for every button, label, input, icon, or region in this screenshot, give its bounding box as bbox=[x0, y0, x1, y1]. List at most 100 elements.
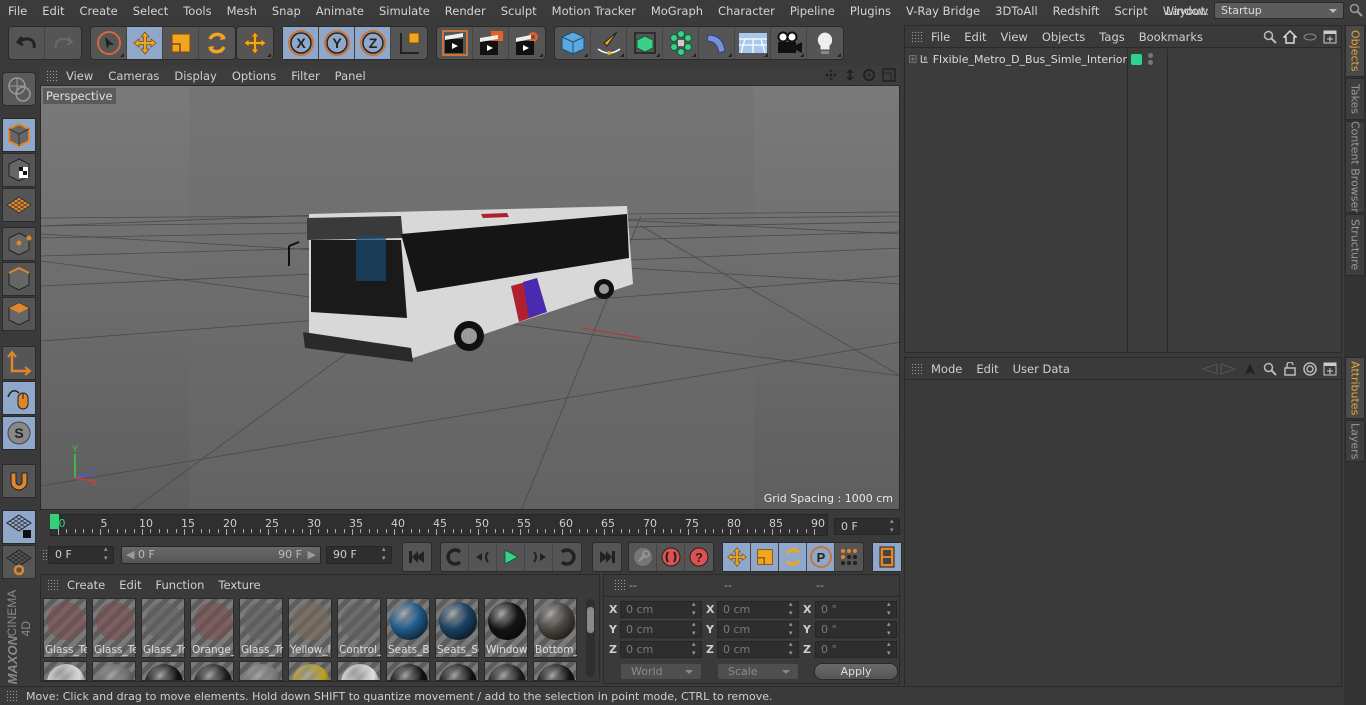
grip-icon[interactable] bbox=[614, 579, 626, 591]
position-x-field[interactable]: 0 cm bbox=[620, 600, 702, 618]
expand-icon[interactable] bbox=[909, 53, 917, 65]
rotation-p-field[interactable]: 0 ° bbox=[815, 620, 897, 638]
lock-icon[interactable] bbox=[1283, 362, 1297, 376]
viewport-menu-panel[interactable]: Panel bbox=[327, 69, 373, 83]
axis-mode-button[interactable] bbox=[2, 346, 36, 380]
size-y-field[interactable]: 0 cm bbox=[717, 620, 799, 638]
floor-button[interactable] bbox=[735, 27, 771, 59]
material-swatch[interactable]: Seats_Sc bbox=[435, 598, 479, 658]
prev-frame-button[interactable] bbox=[469, 543, 497, 571]
light-button[interactable] bbox=[807, 27, 843, 59]
apply-button[interactable]: Apply bbox=[814, 663, 898, 680]
pen-button[interactable] bbox=[591, 27, 627, 59]
render-settings-button[interactable] bbox=[509, 27, 545, 59]
search-icon[interactable] bbox=[1263, 30, 1277, 44]
y-axis-button[interactable]: Y bbox=[319, 27, 355, 59]
position-y-field[interactable]: 0 cm bbox=[620, 620, 702, 638]
pan-view-icon[interactable] bbox=[824, 68, 838, 82]
size-x-field[interactable]: 0 cm bbox=[717, 600, 799, 618]
tab-structure[interactable]: Structure bbox=[1345, 214, 1365, 276]
menu-select[interactable]: Select bbox=[125, 4, 175, 18]
menu-simulate[interactable]: Simulate bbox=[371, 4, 437, 18]
coordinate-system-button[interactable] bbox=[391, 27, 427, 59]
rotation-b-field[interactable]: 0 ° bbox=[815, 640, 897, 658]
menu-plugins[interactable]: Plugins bbox=[842, 4, 898, 18]
play-button[interactable] bbox=[497, 543, 525, 571]
tab-takes[interactable]: Takes bbox=[1345, 78, 1365, 120]
viewport-menu-options[interactable]: Options bbox=[224, 69, 283, 83]
editor-visibility-dot[interactable] bbox=[1148, 53, 1153, 58]
target-icon[interactable] bbox=[1303, 362, 1317, 376]
menu-render[interactable]: Render bbox=[437, 4, 493, 18]
object-menu-edit[interactable]: Edit bbox=[956, 30, 992, 44]
tab-layers[interactable]: Layers bbox=[1345, 420, 1365, 462]
attribute-menu-user-data[interactable]: User Data bbox=[1005, 362, 1076, 376]
menu-motion-tracker[interactable]: Motion Tracker bbox=[544, 4, 643, 18]
tab-content-browser[interactable]: Content Browser bbox=[1345, 121, 1365, 213]
material-swatch[interactable] bbox=[288, 661, 332, 681]
search-icon[interactable] bbox=[1349, 3, 1363, 17]
rotate-view-icon[interactable] bbox=[862, 68, 876, 82]
menu-edit[interactable]: Edit bbox=[34, 4, 71, 18]
layer-color-tag[interactable] bbox=[1131, 54, 1142, 65]
grip-icon[interactable] bbox=[911, 362, 923, 375]
position-z-field[interactable]: 0 cm bbox=[620, 640, 702, 658]
maximize-view-icon[interactable] bbox=[882, 68, 896, 82]
menu-3dtoall[interactable]: 3DToAll bbox=[987, 4, 1045, 18]
point-mode-button[interactable] bbox=[2, 227, 36, 261]
tab-attributes[interactable]: Attributes bbox=[1345, 357, 1365, 419]
home-icon[interactable] bbox=[1283, 30, 1297, 44]
object-menu-objects[interactable]: Objects bbox=[1034, 30, 1091, 44]
menu-pipeline[interactable]: Pipeline bbox=[782, 4, 842, 18]
menu-script[interactable]: Script bbox=[1106, 4, 1154, 18]
frame-range-slider[interactable]: ◀ 0 F 90 F ▶ bbox=[121, 546, 321, 564]
x-axis-button[interactable]: X bbox=[283, 27, 319, 59]
solo-button[interactable]: S bbox=[2, 416, 36, 450]
go-to-end-button[interactable] bbox=[593, 543, 621, 571]
range-right-arrow-icon[interactable]: ▶ bbox=[308, 547, 316, 563]
material-swatch[interactable]: Yellow_l bbox=[288, 598, 332, 658]
undo-button[interactable] bbox=[9, 27, 45, 59]
material-menu-edit[interactable]: Edit bbox=[111, 578, 147, 592]
attribute-menu-edit[interactable]: Edit bbox=[968, 362, 1004, 376]
history-arrows-icon[interactable] bbox=[1201, 362, 1237, 376]
go-to-start-button[interactable] bbox=[403, 543, 431, 571]
object-row[interactable]: 0 Flxible_Metro_D_Bus_Simle_Interior bbox=[905, 49, 1127, 69]
zoom-view-icon[interactable] bbox=[844, 68, 856, 82]
key-rotation-button[interactable] bbox=[779, 543, 807, 571]
timeline-window-button[interactable] bbox=[873, 543, 901, 571]
tweak-mode-button[interactable] bbox=[2, 381, 36, 415]
material-swatch[interactable]: Orange_ bbox=[190, 598, 234, 658]
coordinate-mode-dropdown[interactable]: World bbox=[620, 663, 702, 680]
viewport-menu-filter[interactable]: Filter bbox=[283, 69, 326, 83]
size-z-field[interactable]: 0 cm bbox=[717, 640, 799, 658]
end-frame-field[interactable]: 90 F bbox=[326, 545, 392, 564]
object-menu-view[interactable]: View bbox=[993, 30, 1034, 44]
key-pla-button[interactable] bbox=[835, 543, 863, 571]
material-swatch[interactable] bbox=[435, 661, 479, 681]
grip-icon[interactable] bbox=[911, 30, 923, 43]
next-frame-button[interactable] bbox=[525, 543, 553, 571]
deformer-button[interactable] bbox=[699, 27, 735, 59]
workplane-mode-button[interactable] bbox=[2, 188, 36, 222]
menu-tools[interactable]: Tools bbox=[175, 4, 218, 18]
render-visibility-dot[interactable] bbox=[1148, 60, 1153, 65]
scrollbar-thumb[interactable] bbox=[587, 607, 594, 633]
menu-snap[interactable]: Snap bbox=[264, 4, 308, 18]
material-swatch[interactable]: Window bbox=[484, 598, 528, 658]
menu-mograph[interactable]: MoGraph bbox=[643, 4, 710, 18]
object-menu-bookmarks[interactable]: Bookmarks bbox=[1131, 30, 1209, 44]
prev-keyframe-button[interactable] bbox=[441, 543, 469, 571]
rotation-h-field[interactable]: 0 ° bbox=[815, 600, 897, 618]
link-icon[interactable] bbox=[1303, 30, 1317, 44]
make-editable-button[interactable] bbox=[2, 72, 36, 106]
menu-animate[interactable]: Animate bbox=[308, 4, 371, 18]
material-scrollbar[interactable] bbox=[586, 599, 595, 677]
record-object-button[interactable] bbox=[629, 543, 657, 571]
start-frame-field[interactable]: 0 F bbox=[48, 545, 114, 564]
material-swatch[interactable]: Seats_Bl bbox=[386, 598, 430, 658]
material-swatch[interactable]: Bottom_ bbox=[533, 598, 577, 658]
material-swatch[interactable] bbox=[484, 661, 528, 681]
material-swatch[interactable]: Glass_Tr bbox=[239, 598, 283, 658]
object-menu-tags[interactable]: Tags bbox=[1091, 30, 1130, 44]
